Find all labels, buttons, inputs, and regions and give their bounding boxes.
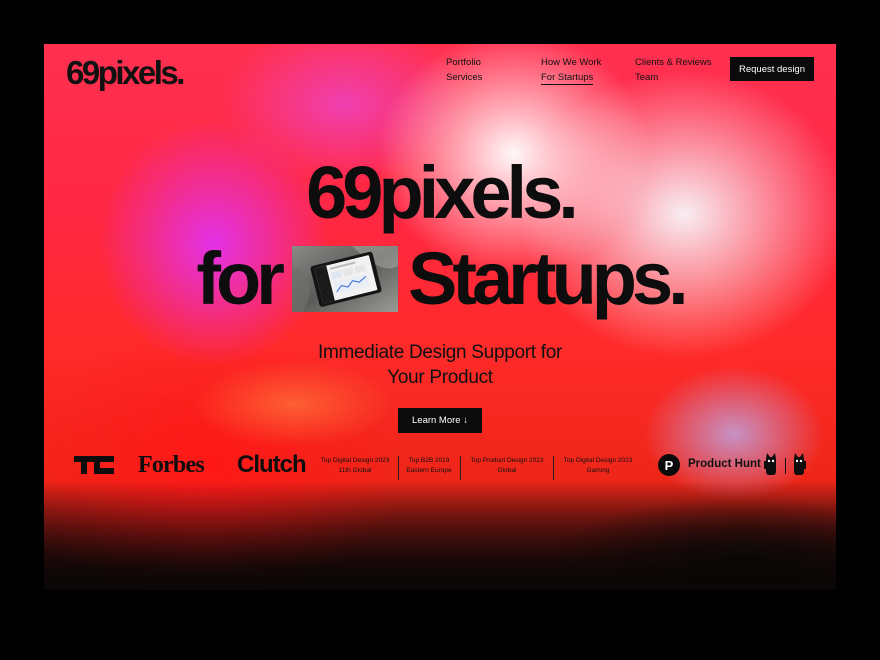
- award-divider: [460, 456, 461, 480]
- product-hunt-label[interactable]: Product Hunt: [688, 458, 761, 470]
- forbes-logo: Forbes: [138, 452, 205, 478]
- learn-more-button[interactable]: Learn More ↓: [398, 408, 482, 433]
- award-badge: Top Digital Design 2023 11th Global: [314, 456, 396, 476]
- award-badge: Top Product Design 2023 Global: [464, 456, 550, 476]
- kitty-badge-icon: [764, 453, 776, 475]
- hero-section: 69pixels. Portfolio Services How We Work…: [44, 44, 836, 590]
- award-divider: [398, 456, 399, 480]
- nav-services[interactable]: Services: [446, 72, 482, 83]
- hero-title-line2: for Startups.: [44, 242, 836, 316]
- award-badge: Top B2B 2019 Eastern Europe: [400, 456, 458, 476]
- product-hunt-icon[interactable]: P: [658, 454, 680, 476]
- award-subtitle: Global: [497, 467, 517, 474]
- award-badge: Top Digital Design 2023 Gaming: [556, 456, 640, 476]
- subhead-line-1: Immediate Design Support for: [318, 342, 562, 363]
- award-title: Top Digital Design 2023: [563, 457, 633, 464]
- site-logo[interactable]: 69pixels.: [66, 54, 185, 92]
- hero-subheading: Immediate Design Support for Your Produc…: [44, 340, 836, 390]
- award-subtitle: Eastern Europe: [406, 467, 452, 474]
- tablet-mockup-image: [291, 246, 398, 312]
- bottom-fade: [44, 480, 836, 590]
- clutch-logo: Clutch: [237, 451, 307, 478]
- award-divider: [553, 456, 554, 480]
- nav-how-we-work[interactable]: How We Work: [541, 57, 601, 68]
- nav-clients-reviews[interactable]: Clients & Reviews: [635, 57, 712, 68]
- award-subtitle: Gaming: [586, 467, 610, 474]
- hero-for-text: for: [196, 237, 285, 320]
- nav-portfolio[interactable]: Portfolio: [446, 57, 481, 68]
- award-title: Top Product Design 2023: [470, 457, 544, 464]
- nav-for-startups[interactable]: For Startups: [541, 72, 594, 85]
- award-title: Top B2B 2019: [408, 457, 450, 464]
- nav-team[interactable]: Team: [635, 72, 658, 83]
- award-title: Top Digital Design 2023: [320, 457, 390, 464]
- hero-title-line1: 69pixels.: [306, 151, 579, 234]
- award-subtitle: 11th Global: [338, 467, 372, 474]
- hero-startups-text: Startups.: [407, 237, 689, 320]
- kitty-badge-icon: [794, 453, 806, 475]
- badge-divider: [785, 458, 786, 474]
- request-design-button[interactable]: Request design: [730, 57, 814, 81]
- subhead-line-2: Your Product: [387, 367, 493, 388]
- techcrunch-logo-icon: [74, 456, 114, 474]
